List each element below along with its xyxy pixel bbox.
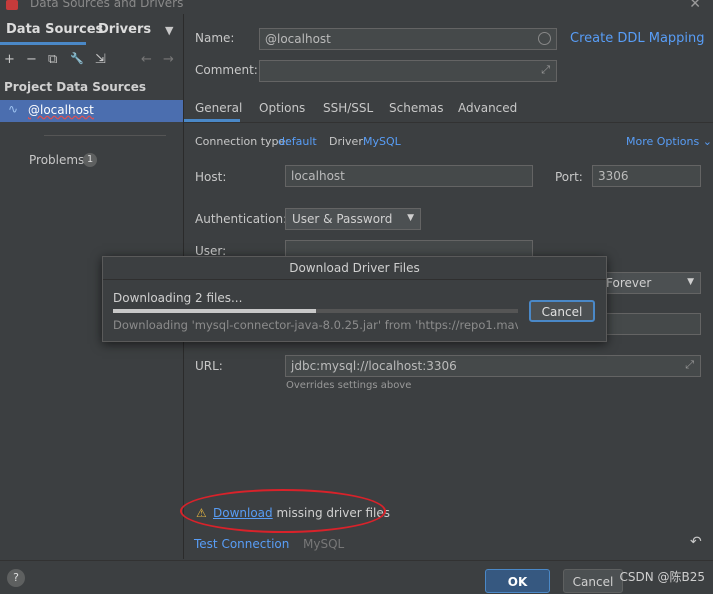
- connection-type-value[interactable]: default: [278, 135, 317, 148]
- authentication-label: Authentication:: [195, 212, 288, 226]
- dropdown-caret-icon: ▼: [687, 277, 694, 287]
- duplicate-icon[interactable]: ⧉: [48, 52, 57, 67]
- forward-arrow-icon[interactable]: →: [163, 52, 174, 67]
- download-detail: Downloading 'mysql-connector-java-8.0.25…: [113, 318, 518, 332]
- comment-label: Comment:: [195, 63, 258, 77]
- port-field[interactable]: 3306: [592, 165, 701, 187]
- url-label: URL:: [195, 359, 223, 373]
- create-ddl-mapping-link[interactable]: Create DDL Mapping: [570, 31, 705, 46]
- expand-icon[interactable]: ⤢: [541, 63, 550, 77]
- comment-field[interactable]: ⤢: [259, 60, 557, 82]
- download-progress-bar: [113, 309, 518, 313]
- highlight-ellipse: [180, 489, 386, 533]
- problems-count-badge: 1: [83, 153, 97, 167]
- expand-icon[interactable]: ⤢: [685, 358, 694, 372]
- chevron-down-icon[interactable]: ▼: [165, 24, 173, 37]
- tab-data-sources[interactable]: Data Sources: [6, 22, 103, 37]
- port-label: Port:: [555, 170, 583, 184]
- project-data-sources-heading: Project Data Sources: [4, 80, 147, 94]
- connection-type-label: Connection type:: [195, 135, 290, 148]
- close-icon[interactable]: ✕: [689, 0, 701, 12]
- revert-icon[interactable]: ↶: [690, 534, 702, 550]
- active-tab-underline: [184, 119, 240, 122]
- progress-fill: [113, 309, 316, 313]
- remove-icon[interactable]: −: [26, 52, 37, 67]
- driver-name-label: MySQL: [303, 537, 345, 551]
- dropdown-caret-icon: ▼: [407, 213, 414, 223]
- url-field[interactable]: jdbc:mysql://localhost:3306 ⤢: [285, 355, 701, 377]
- tab-options[interactable]: Options: [259, 101, 305, 115]
- tab-underline: [0, 42, 86, 45]
- download-driver-dialog: Download Driver Files Downloading 2 file…: [102, 256, 607, 342]
- name-label: Name:: [195, 31, 235, 45]
- save-password-value: Forever: [606, 276, 652, 290]
- mysql-icon: ∿: [8, 102, 19, 116]
- url-value: jdbc:mysql://localhost:3306: [291, 359, 457, 373]
- tab-advanced[interactable]: Advanced: [458, 101, 517, 115]
- data-source-label: @localhost: [28, 103, 94, 117]
- title-bar: Data Sources and Drivers ✕: [0, 0, 713, 14]
- save-password-select[interactable]: Forever ▼: [599, 272, 701, 294]
- problems-link[interactable]: Problems: [29, 153, 84, 167]
- wrench-icon[interactable]: 🔧: [70, 52, 84, 65]
- help-icon[interactable]: ?: [7, 569, 25, 587]
- ok-button[interactable]: OK: [485, 569, 550, 593]
- cancel-download-button[interactable]: Cancel: [529, 300, 595, 322]
- watermark: CSDN @陈B25: [619, 570, 705, 584]
- color-circle-icon[interactable]: [538, 32, 551, 45]
- dialog-title: Download Driver Files: [103, 257, 606, 280]
- name-field[interactable]: @localhost: [259, 28, 557, 50]
- window-title: Data Sources and Drivers: [30, 0, 184, 10]
- authentication-value: User & Password: [292, 212, 393, 226]
- cancel-button[interactable]: Cancel: [563, 569, 623, 593]
- tab-drivers[interactable]: Drivers: [98, 22, 151, 37]
- jump-icon[interactable]: ⇲: [95, 52, 106, 67]
- authentication-select[interactable]: User & Password ▼: [285, 208, 421, 230]
- host-field[interactable]: localhost: [285, 165, 533, 187]
- driver-label: Driver:: [329, 135, 367, 148]
- app-logo-icon: [6, 0, 18, 10]
- database-field[interactable]: [599, 313, 701, 335]
- url-hint: Overrides settings above: [286, 380, 412, 391]
- name-value: @localhost: [265, 32, 331, 46]
- test-connection-link[interactable]: Test Connection: [194, 537, 289, 551]
- host-label: Host:: [195, 170, 227, 184]
- tab-schemas[interactable]: Schemas: [389, 101, 444, 115]
- settings-tabs: General Options SSH/SSL Schemas Advanced: [184, 94, 713, 123]
- data-source-item[interactable]: ∿ @localhost: [0, 100, 183, 122]
- more-options-link[interactable]: More Options ⌄: [626, 135, 712, 148]
- back-arrow-icon[interactable]: ←: [141, 52, 152, 67]
- tab-ssh-ssl[interactable]: SSH/SSL: [323, 101, 373, 115]
- divider: [44, 135, 166, 136]
- tab-general[interactable]: General: [195, 101, 242, 115]
- driver-value[interactable]: MySQL: [363, 135, 401, 148]
- add-icon[interactable]: +: [4, 52, 15, 67]
- download-status: Downloading 2 files...: [113, 291, 243, 305]
